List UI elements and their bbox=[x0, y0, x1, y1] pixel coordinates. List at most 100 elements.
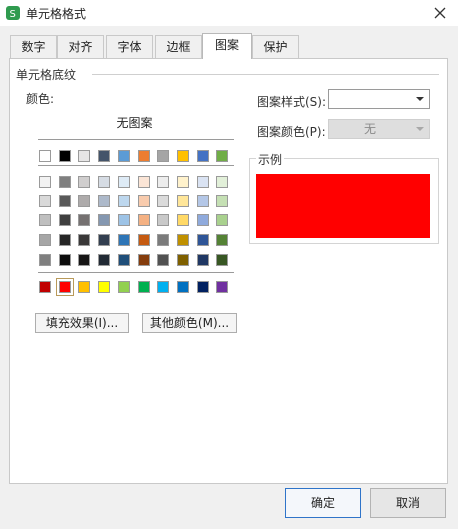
shade-color-swatch[interactable] bbox=[58, 254, 71, 266]
shade-color-swatch[interactable] bbox=[58, 234, 71, 246]
shade-color-swatch[interactable] bbox=[137, 234, 150, 246]
shade-color-swatch[interactable] bbox=[137, 176, 150, 188]
shade-color-swatch[interactable] bbox=[137, 195, 150, 207]
shade-color-swatch[interactable] bbox=[78, 254, 91, 266]
shade-color-swatch[interactable] bbox=[98, 214, 111, 226]
shade-color-swatch[interactable] bbox=[58, 214, 71, 226]
shade-color-swatch[interactable] bbox=[216, 176, 229, 188]
shade-color-swatch[interactable] bbox=[176, 214, 189, 226]
shade-color-swatch[interactable] bbox=[78, 214, 91, 226]
shade-color-swatch[interactable] bbox=[98, 195, 111, 207]
shade-color-swatch[interactable] bbox=[39, 254, 51, 266]
tab-protection[interactable]: 保护 bbox=[252, 35, 299, 58]
shade-color-swatch[interactable] bbox=[58, 176, 71, 188]
shade-color-swatch[interactable] bbox=[157, 195, 170, 207]
shade-color-swatch[interactable] bbox=[117, 254, 130, 266]
sample-preview bbox=[256, 174, 430, 238]
shade-color-swatch[interactable] bbox=[216, 195, 229, 207]
sample-title: 示例 bbox=[256, 151, 285, 168]
tab-border[interactable]: 边框 bbox=[155, 35, 202, 58]
app-logo-icon: S bbox=[6, 6, 20, 20]
close-icon[interactable] bbox=[430, 3, 450, 23]
palette-divider-bottom bbox=[38, 272, 234, 273]
shade-color-swatch[interactable] bbox=[196, 234, 209, 246]
theme-color-swatch[interactable] bbox=[157, 150, 170, 162]
theme-color-swatch[interactable] bbox=[98, 150, 111, 162]
standard-color-swatch[interactable] bbox=[137, 281, 150, 293]
shade-color-swatch[interactable] bbox=[98, 234, 111, 246]
pattern-color-select[interactable]: 无 bbox=[328, 119, 430, 139]
svg-text:S: S bbox=[10, 9, 16, 20]
shade-color-swatch[interactable] bbox=[117, 214, 130, 226]
theme-color-swatch[interactable] bbox=[137, 150, 150, 162]
shade-color-swatch[interactable] bbox=[39, 214, 51, 226]
tab-alignment[interactable]: 对齐 bbox=[57, 35, 104, 58]
pattern-style-label: 图案样式(S): bbox=[257, 95, 327, 109]
standard-color-swatch[interactable] bbox=[55, 278, 74, 296]
shade-color-swatch[interactable] bbox=[176, 195, 189, 207]
palette-divider-top bbox=[38, 139, 234, 140]
shade-color-swatch[interactable] bbox=[176, 176, 189, 188]
standard-color-swatch[interactable] bbox=[216, 281, 229, 293]
tab-patterns[interactable]: 图案 bbox=[202, 33, 252, 59]
standard-color-swatch[interactable] bbox=[176, 281, 189, 293]
shade-color-swatch[interactable] bbox=[216, 234, 229, 246]
theme-color-swatch[interactable] bbox=[196, 150, 209, 162]
tab-font[interactable]: 字体 bbox=[106, 35, 153, 58]
color-label: 颜色: bbox=[26, 92, 55, 106]
theme-color-swatch[interactable] bbox=[39, 150, 51, 162]
theme-color-swatch[interactable] bbox=[117, 150, 130, 162]
shade-color-swatch[interactable] bbox=[78, 195, 91, 207]
shade-color-swatch[interactable] bbox=[196, 214, 209, 226]
shade-color-swatch[interactable] bbox=[98, 254, 111, 266]
shade-color-swatch[interactable] bbox=[216, 254, 229, 266]
cancel-button[interactable]: 取消 bbox=[370, 488, 446, 518]
shade-color-swatch[interactable] bbox=[196, 195, 209, 207]
shade-color-swatch[interactable] bbox=[196, 254, 209, 266]
section-title-cell-shading: 单元格底纹 bbox=[16, 68, 77, 82]
shade-color-swatch[interactable] bbox=[78, 176, 91, 188]
shade-color-swatch[interactable] bbox=[216, 214, 229, 226]
shade-color-swatch[interactable] bbox=[157, 254, 170, 266]
shade-color-swatch[interactable] bbox=[39, 234, 51, 246]
tab-number[interactable]: 数字 bbox=[10, 35, 57, 58]
theme-color-swatch[interactable] bbox=[58, 150, 71, 162]
shade-color-swatch[interactable] bbox=[176, 254, 189, 266]
shade-color-swatch[interactable] bbox=[196, 176, 209, 188]
standard-color-swatch[interactable] bbox=[78, 281, 91, 293]
shade-color-swatch[interactable] bbox=[39, 195, 51, 207]
shade-color-swatch[interactable] bbox=[137, 254, 150, 266]
theme-color-swatch[interactable] bbox=[176, 150, 189, 162]
pattern-style-select[interactable] bbox=[328, 89, 430, 109]
ok-button[interactable]: 确定 bbox=[285, 488, 361, 518]
no-pattern-option[interactable]: 无图案 bbox=[38, 114, 231, 131]
shade-color-swatch[interactable] bbox=[58, 195, 71, 207]
standard-color-swatch[interactable] bbox=[157, 281, 170, 293]
standard-color-swatch[interactable] bbox=[117, 281, 130, 293]
shade-color-swatch[interactable] bbox=[157, 234, 170, 246]
theme-color-swatch[interactable] bbox=[216, 150, 229, 162]
shade-color-swatch[interactable] bbox=[176, 234, 189, 246]
fill-effects-button[interactable]: 填充效果(I)... bbox=[35, 313, 129, 333]
shade-color-swatch[interactable] bbox=[78, 234, 91, 246]
shade-color-swatch[interactable] bbox=[157, 176, 170, 188]
shade-color-swatch[interactable] bbox=[157, 214, 170, 226]
theme-color-swatch[interactable] bbox=[78, 150, 91, 162]
standard-color-swatch[interactable] bbox=[39, 281, 51, 293]
pattern-color-label: 图案颜色(P): bbox=[257, 125, 326, 139]
shade-color-swatch[interactable] bbox=[39, 176, 51, 188]
more-colors-button[interactable]: 其他颜色(M)... bbox=[142, 313, 237, 333]
chevron-down-icon[interactable] bbox=[411, 90, 429, 108]
palette-divider-mid bbox=[38, 165, 234, 166]
standard-color-swatch[interactable] bbox=[98, 281, 111, 293]
standard-color-swatch[interactable] bbox=[196, 281, 209, 293]
shade-color-swatch[interactable] bbox=[117, 234, 130, 246]
shade-color-swatch[interactable] bbox=[117, 195, 130, 207]
window-title: 单元格格式 bbox=[26, 7, 87, 21]
chevron-down-icon[interactable] bbox=[411, 120, 429, 138]
shade-color-swatch[interactable] bbox=[137, 214, 150, 226]
section-divider bbox=[92, 74, 439, 75]
pattern-color-value: 无 bbox=[363, 122, 376, 136]
shade-color-swatch[interactable] bbox=[117, 176, 130, 188]
shade-color-swatch[interactable] bbox=[98, 176, 111, 188]
